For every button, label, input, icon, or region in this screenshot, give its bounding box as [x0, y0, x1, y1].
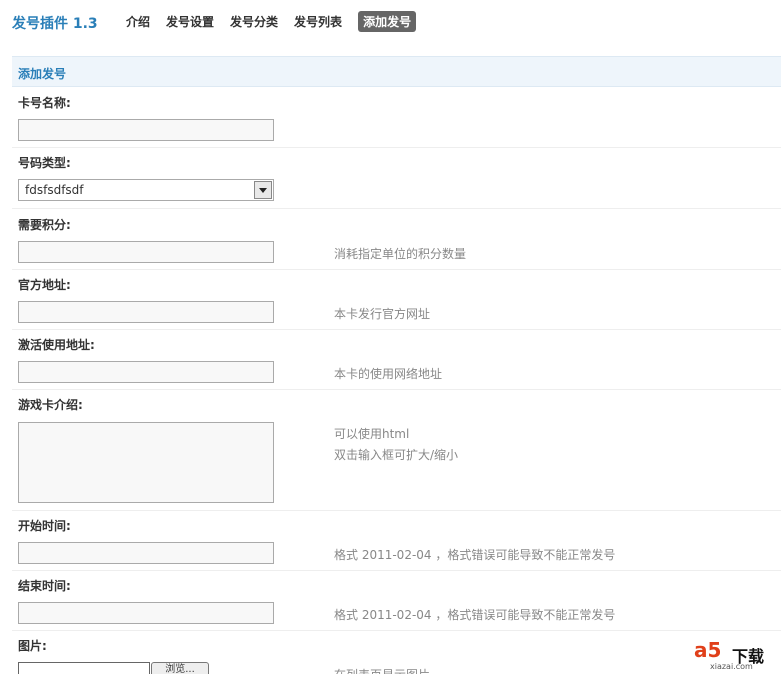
card-name-label: 卡号名称: — [18, 96, 71, 110]
browse-button[interactable]: 浏览... — [151, 662, 209, 674]
card-name-input[interactable] — [18, 119, 274, 141]
chevron-down-icon[interactable] — [254, 181, 272, 199]
start-time-label: 开始时间: — [18, 519, 71, 533]
end-time-label: 结束时间: — [18, 579, 71, 593]
intro-hint-resize: 双击输入框可扩大/缩小 — [334, 448, 459, 462]
row-end-time: 结束时间: 格式 2011-02-04 ，格式错误可能导致不能正常发号 — [12, 571, 781, 631]
official-url-label: 官方地址: — [18, 278, 71, 292]
logo-mark: a5 — [694, 638, 722, 662]
section-title: 添加发号 — [18, 67, 67, 81]
row-card-name: 卡号名称: — [12, 88, 781, 148]
a5-logo: a5 下载 xiazai.com — [694, 638, 780, 672]
row-official-url: 官方地址: 本卡发行官方网址 — [12, 270, 781, 330]
official-url-input[interactable] — [18, 301, 274, 323]
intro-hint-html: 可以使用html — [334, 427, 410, 441]
row-activate-url: 激活使用地址: 本卡的使用网络地址 — [12, 330, 781, 390]
logo-domain: xiazai.com — [710, 662, 753, 671]
intro-textarea[interactable] — [18, 422, 274, 503]
image-label: 图片: — [18, 639, 47, 653]
tab-categories[interactable]: 发号分类 — [230, 11, 278, 32]
activate-url-input[interactable] — [18, 361, 274, 383]
end-time-hint: 格式 2011-02-04 ，格式错误可能导致不能正常发号 — [334, 608, 616, 622]
row-start-time: 开始时间: 格式 2011-02-04 ，格式错误可能导致不能正常发号 — [12, 511, 781, 571]
nav-tabs: 介绍 发号设置 发号分类 发号列表 添加发号 — [126, 11, 432, 32]
points-label: 需要积分: — [18, 218, 71, 232]
points-input[interactable] — [18, 241, 274, 263]
row-number-type: 号码类型: fdsfsdfsdf — [12, 148, 781, 209]
image-file-input[interactable] — [18, 662, 150, 674]
section-header: 添加发号 — [12, 56, 781, 87]
tab-add[interactable]: 添加发号 — [358, 11, 417, 32]
intro-label: 游戏卡介绍: — [18, 398, 83, 412]
number-type-label: 号码类型: — [18, 156, 71, 170]
end-time-input[interactable] — [18, 602, 274, 624]
image-hint: 在列表页显示图片 — [334, 666, 430, 674]
tab-settings[interactable]: 发号设置 — [166, 11, 214, 32]
start-time-input[interactable] — [18, 542, 274, 564]
row-intro: 游戏卡介绍: 可以使用html 双击输入框可扩大/缩小 — [12, 390, 781, 511]
tab-list[interactable]: 发号列表 — [294, 11, 342, 32]
plugin-title: 发号插件 1.3 — [12, 16, 98, 32]
row-points: 需要积分: 消耗指定单位的积分数量 — [12, 209, 781, 270]
official-url-hint: 本卡发行官方网址 — [334, 307, 431, 321]
points-hint: 消耗指定单位的积分数量 — [334, 247, 467, 261]
number-type-value: fdsfsdfsdf — [25, 183, 84, 197]
top-bar: 发号插件 1.3 介绍 发号设置 发号分类 发号列表 添加发号 — [0, 0, 781, 44]
activate-url-hint: 本卡的使用网络地址 — [334, 367, 443, 381]
tab-intro[interactable]: 介绍 — [126, 11, 150, 32]
number-type-select[interactable]: fdsfsdfsdf — [18, 179, 274, 201]
start-time-hint: 格式 2011-02-04 ，格式错误可能导致不能正常发号 — [334, 548, 616, 562]
activate-url-label: 激活使用地址: — [18, 338, 95, 352]
